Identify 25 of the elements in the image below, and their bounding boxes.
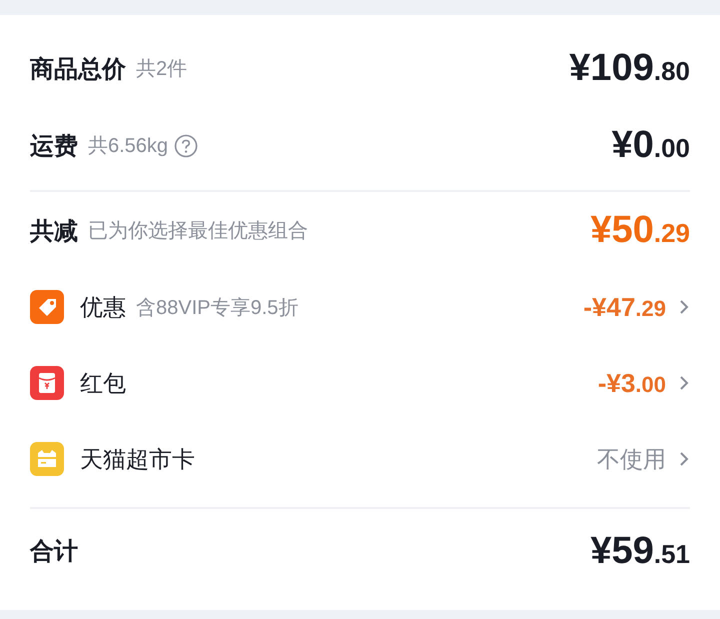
row-label: 优惠 xyxy=(80,292,126,322)
row-label: 运费 xyxy=(30,132,78,162)
row-value: -¥3.00 xyxy=(598,368,666,398)
row-value: 不使用 xyxy=(597,444,666,474)
row-note: 共2件 xyxy=(136,57,188,82)
discount-row[interactable]: 天猫超市卡 不使用 xyxy=(30,421,690,497)
row-note: 已为你选择最佳优惠组合 xyxy=(88,219,308,244)
row-label: 共减 xyxy=(30,216,78,246)
price-amount: ¥109.80 xyxy=(569,47,690,90)
row-note: 共6.56kg xyxy=(88,134,168,159)
price-amount: ¥0.00 xyxy=(612,124,690,167)
help-icon[interactable] xyxy=(174,134,198,158)
card-icon xyxy=(30,442,64,476)
row-label: 商品总价 xyxy=(30,54,126,84)
total-label: 合计 xyxy=(30,537,78,567)
envelope-icon xyxy=(30,366,64,400)
row-note: 含88VIP专享9.5折 xyxy=(136,296,298,320)
row-label: 天猫超市卡 xyxy=(80,444,195,474)
discount-row[interactable]: 红包 -¥3.00 xyxy=(30,345,690,421)
row-value: -¥47.29 xyxy=(583,292,666,322)
total-amount: ¥59.51 xyxy=(590,530,690,572)
savings-amount: ¥50.29 xyxy=(590,209,690,252)
tag-icon xyxy=(30,290,64,324)
discount-row[interactable]: 优惠 含88VIP专享9.5折 -¥47.29 xyxy=(30,269,690,345)
row-label: 红包 xyxy=(80,368,126,398)
